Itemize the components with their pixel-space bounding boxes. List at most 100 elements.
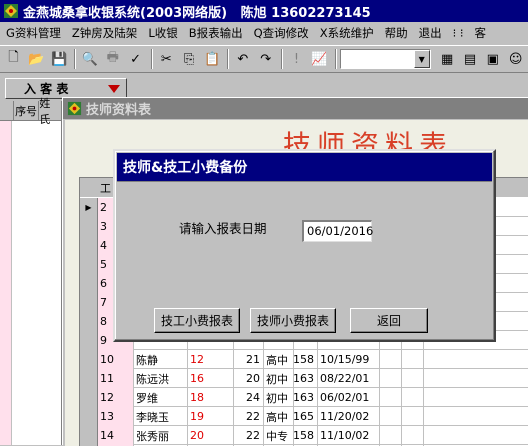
cell-h[interactable]: 165 — [293, 407, 318, 426]
table-row[interactable]: 11 陈远洪 16 20 初中 163 08/22/01 — [80, 369, 528, 388]
worker-tip-report-button[interactable]: 技工小费报表 — [154, 308, 240, 333]
toolbar-combo[interactable]: ▼ — [339, 49, 431, 69]
row-indicator[interactable] — [80, 255, 98, 274]
row-indicator[interactable] — [80, 236, 98, 255]
chevron-down-icon[interactable]: ▼ — [413, 50, 430, 68]
checkin-tab[interactable]: 入 客 表 — [5, 78, 127, 99]
menu-item-2[interactable]: L收银 — [148, 25, 177, 41]
cell-h[interactable]: 158 — [293, 426, 318, 445]
warning-icon[interactable]: ! — [286, 48, 307, 70]
open-folder-icon[interactable]: 📂 — [26, 48, 47, 70]
dropdown-arrow-icon[interactable] — [108, 85, 120, 93]
tech-tip-report-button[interactable]: 技师小费报表 — [250, 308, 336, 333]
checkin-grid[interactable]: 序号 姓氏 — [0, 97, 62, 445]
paste-icon[interactable]: 📋 — [202, 48, 223, 70]
cell-edu[interactable]: 初中 — [264, 369, 294, 388]
cell-age[interactable]: 21 — [234, 350, 264, 369]
print-preview-icon[interactable]: 🔍 — [79, 48, 100, 70]
menu-item-5[interactable]: X系统维护 — [320, 25, 374, 41]
menu-item-4[interactable]: Q查询修改 — [254, 25, 309, 41]
redo-icon[interactable]: ↷ — [255, 48, 276, 70]
cell-edu[interactable]: 初中 — [264, 388, 294, 407]
cell-no[interactable]: 11 — [98, 369, 134, 388]
report-date-input[interactable]: 06/01/2016 — [302, 220, 373, 242]
row-indicator[interactable] — [80, 388, 98, 407]
table-row[interactable]: 10 陈静 12 21 高中 158 10/15/99 — [80, 350, 528, 369]
cell-h[interactable]: 163 — [293, 388, 318, 407]
return-button[interactable]: 返回 — [350, 308, 428, 333]
cell-no[interactable]: 12 — [98, 388, 134, 407]
row-indicator[interactable] — [80, 274, 98, 293]
print-icon[interactable]: 🖶 — [102, 48, 123, 70]
col-header-surname[interactable]: 姓氏 — [39, 97, 61, 126]
menu-item-3[interactable]: B报表输出 — [189, 25, 243, 41]
col-header-seq[interactable]: 序号 — [14, 101, 40, 120]
cell-num[interactable]: 20 — [188, 426, 234, 445]
cell-name[interactable]: 李晓玉 — [134, 407, 188, 426]
menu-item-7[interactable]: 退出 — [419, 25, 442, 41]
cell-age[interactable]: 22 — [234, 407, 264, 426]
cell-extra-b[interactable] — [402, 369, 424, 388]
cell-extra-b[interactable] — [402, 407, 424, 426]
spell-check-icon[interactable]: ✓ — [125, 48, 146, 70]
cell-extra-a[interactable] — [380, 350, 402, 369]
new-doc-icon[interactable]: 🗋 — [3, 48, 24, 70]
cell-no[interactable]: 13 — [98, 407, 134, 426]
row-indicator[interactable] — [80, 350, 98, 369]
cell-name[interactable]: 陈远洪 — [134, 369, 188, 388]
cell-name[interactable]: 张秀丽 — [134, 426, 188, 445]
cell-num[interactable]: 19 — [188, 407, 234, 426]
technician-window-title-bar[interactable]: 技师资料表 — [63, 98, 528, 119]
notes-icon[interactable]: ▤ — [460, 48, 481, 70]
cell-extra-b[interactable] — [402, 388, 424, 407]
menu-item-6[interactable]: 帮助 — [385, 25, 408, 41]
cell-num[interactable]: 12 — [188, 350, 234, 369]
cell-extra-b[interactable] — [402, 350, 424, 369]
table-row[interactable]: 12 罗维 18 24 初中 163 06/02/01 — [80, 388, 528, 407]
row-indicator[interactable] — [80, 426, 98, 445]
cell-h[interactable]: 158 — [293, 350, 318, 369]
table-row[interactable]: 14 张秀丽 20 22 中专 158 11/10/02 — [80, 426, 528, 445]
cell-h[interactable]: 163 — [293, 369, 318, 388]
cell-date[interactable]: 06/02/01 — [318, 388, 380, 407]
card-icon[interactable]: ▣ — [482, 48, 503, 70]
cell-age[interactable]: 20 — [234, 369, 264, 388]
chart-icon[interactable]: 📈 — [309, 48, 330, 70]
copy-icon[interactable]: ⎘ — [179, 48, 200, 70]
row-indicator[interactable] — [80, 407, 98, 426]
cell-extra-a[interactable] — [380, 388, 402, 407]
calendar-icon[interactable]: ▦ — [437, 48, 458, 70]
cell-date[interactable]: 08/22/01 — [318, 369, 380, 388]
table-row[interactable]: 13 李晓玉 19 22 高中 165 11/20/02 — [80, 407, 528, 426]
menu-item-8[interactable]: ⁝ ⁝ — [453, 26, 464, 40]
menu-item-9[interactable]: 客 — [475, 25, 487, 41]
menu-item-0[interactable]: G资料管理 — [6, 25, 61, 41]
cell-num[interactable]: 16 — [188, 369, 234, 388]
cell-date[interactable]: 11/10/02 — [318, 426, 380, 445]
save-icon[interactable]: 💾 — [49, 48, 70, 70]
person-icon[interactable]: ☺ — [505, 48, 526, 70]
cell-name[interactable]: 罗维 — [134, 388, 188, 407]
cell-extra-a[interactable] — [380, 426, 402, 445]
undo-icon[interactable]: ↶ — [232, 48, 253, 70]
cell-age[interactable]: 24 — [234, 388, 264, 407]
cell-date[interactable]: 10/15/99 — [318, 350, 380, 369]
menu-item-1[interactable]: Z钟房及陆架 — [72, 25, 137, 41]
cell-extra-a[interactable] — [380, 369, 402, 388]
cut-icon[interactable]: ✂ — [156, 48, 177, 70]
cell-no[interactable]: 14 — [98, 426, 134, 445]
cell-edu[interactable]: 高中 — [264, 407, 294, 426]
row-indicator[interactable] — [80, 312, 98, 331]
row-indicator[interactable] — [80, 293, 98, 312]
dialog-title-bar[interactable]: 技师&技工小费备份 — [117, 153, 492, 181]
cell-date[interactable]: 11/20/02 — [318, 407, 380, 426]
row-indicator[interactable] — [80, 369, 98, 388]
current-row-pointer-icon[interactable]: ▶ — [80, 198, 98, 217]
cell-edu[interactable]: 中专 — [264, 426, 294, 445]
cell-extra-a[interactable] — [380, 407, 402, 426]
cell-num[interactable]: 18 — [188, 388, 234, 407]
row-indicator[interactable] — [80, 331, 98, 350]
cell-extra-b[interactable] — [402, 426, 424, 445]
row-indicator[interactable] — [80, 217, 98, 236]
cell-name[interactable]: 陈静 — [134, 350, 188, 369]
